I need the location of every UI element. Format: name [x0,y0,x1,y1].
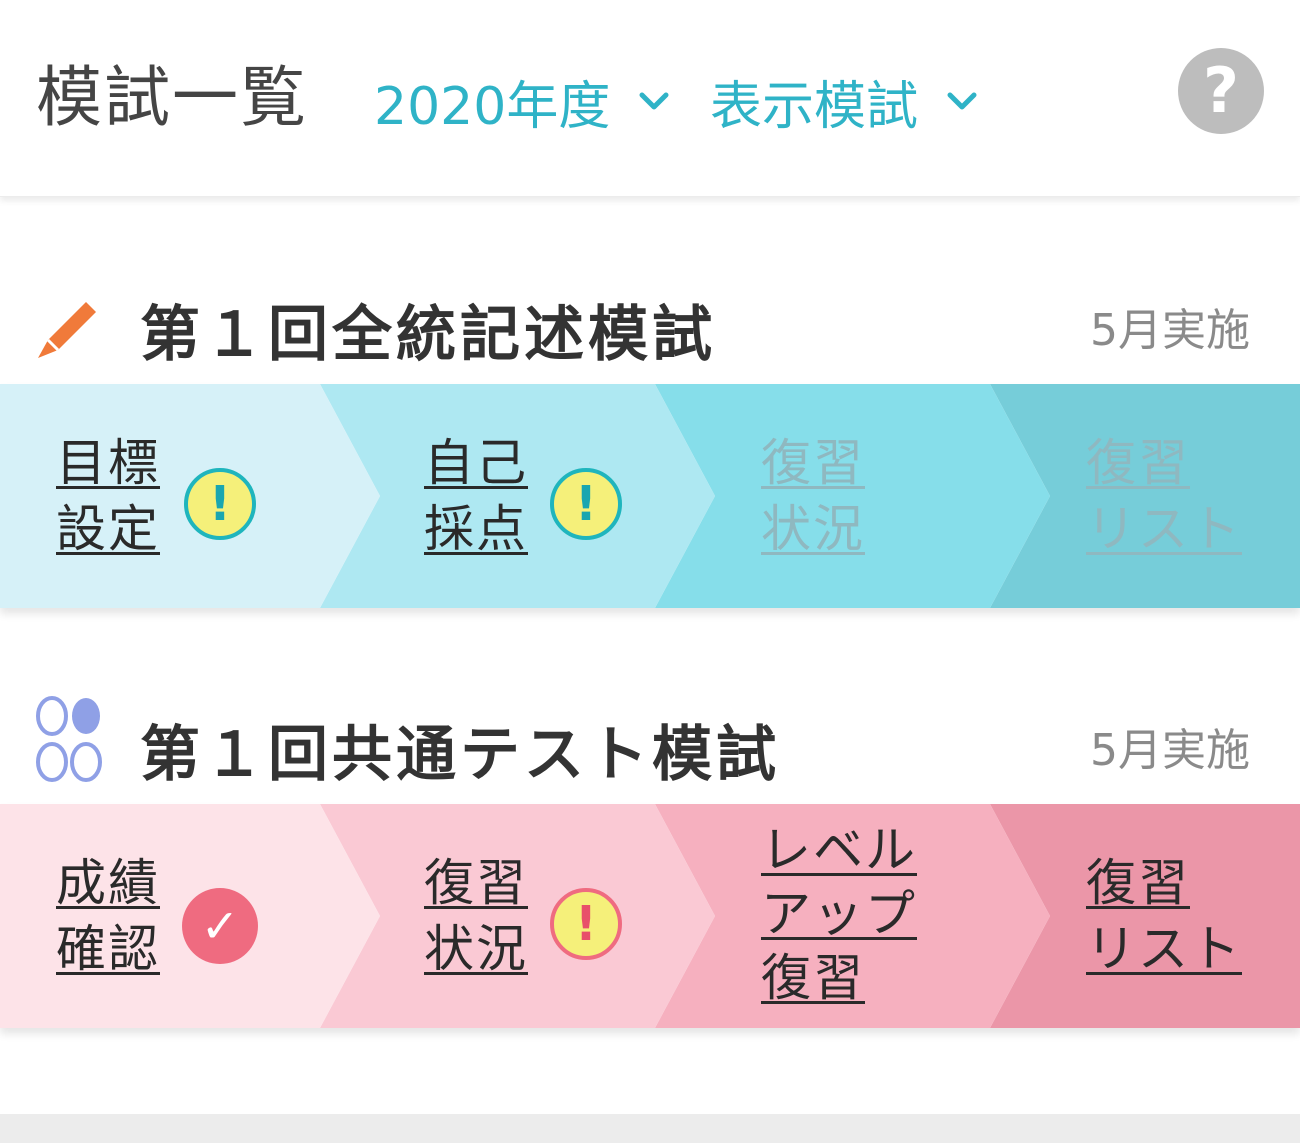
exam-title: 第１回共通テスト模試 [140,720,780,790]
step-review-status[interactable]: 復習 状況 ! [330,804,710,1028]
step-label: 成績 確認 [56,854,160,978]
step-goal-setting[interactable]: 目標 設定 ! [0,384,380,608]
exam-header: 第１回全統記述模試 5月実施 [0,276,1300,370]
top-bar: 模試一覧 2020年度 表示模試 ? [0,0,1300,197]
warning-icon: ! [184,468,256,540]
step-level-up-review[interactable]: レベル アップ 復習 [665,804,1045,1028]
step-label: 復習 リスト [1086,854,1242,978]
warning-icon: ! [550,468,622,540]
page-title: 模試一覧 [36,59,308,136]
step-label: 復習 状況 [424,854,528,978]
step-label: 復習 状況 [761,434,865,558]
help-button[interactable]: ? [1178,48,1264,134]
year-filter-dropdown[interactable]: 2020年度 [374,66,670,137]
warning-icon: ! [550,888,622,960]
bottom-divider [0,1114,1300,1143]
step-result-check[interactable]: 成績 確認 ✓ [0,804,380,1028]
step-label: 復習 リスト [1086,434,1242,558]
exam-type-filter-label: 表示模試 [710,76,919,137]
exam-date: 5月実施 [1090,725,1250,776]
mark-sheet-icon [36,696,102,782]
pencil-icon [38,302,96,358]
exam-header: 第１回共通テスト模試 5月実施 [0,696,1300,790]
step-label: レベル アップ 復習 [761,821,917,1007]
exam-steps-row: 目標 設定 ! 自己 採点 ! 復習 状況 復習 リスト [0,384,1300,608]
exam-type-filter-dropdown[interactable]: 表示模試 [710,66,978,137]
year-filter-label: 2020年度 [374,76,611,137]
chevron-down-icon [639,92,669,110]
step-self-scoring[interactable]: 自己 採点 ! [330,384,710,608]
step-label: 目標 設定 [56,434,160,558]
step-review-list: 復習 リスト [1000,384,1300,608]
exam-date: 5月実施 [1090,305,1250,356]
step-label: 自己 採点 [424,434,528,558]
step-review-list[interactable]: 復習 リスト [1000,804,1300,1028]
step-review-status: 復習 状況 [665,384,1045,608]
exam-title: 第１回全統記述模試 [140,300,716,370]
exam-steps-row: 成績 確認 ✓ 復習 状況 ! レベル アップ 復習 復習 リスト [0,804,1300,1028]
check-icon: ✓ [182,888,258,964]
chevron-down-icon [947,92,977,110]
